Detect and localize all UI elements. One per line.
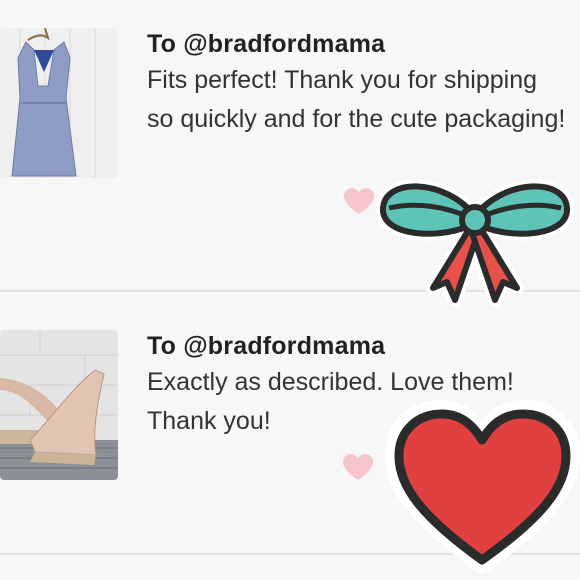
item-thumbnail-shoes[interactable] <box>0 330 118 480</box>
heart-icon[interactable] <box>343 454 373 482</box>
heart-icon[interactable] <box>344 188 374 216</box>
shoes-photo <box>0 330 118 480</box>
item-thumbnail-dress[interactable] <box>0 28 118 178</box>
heart-sticker <box>385 400 580 574</box>
dress-photo <box>0 28 118 178</box>
bow-sticker <box>376 179 574 307</box>
review-recipient[interactable]: To @bradfordmama <box>147 332 385 361</box>
review-recipient[interactable]: To @bradfordmama <box>147 30 385 59</box>
review-message: Fits perfect! Thank you for shipping so … <box>147 66 566 133</box>
